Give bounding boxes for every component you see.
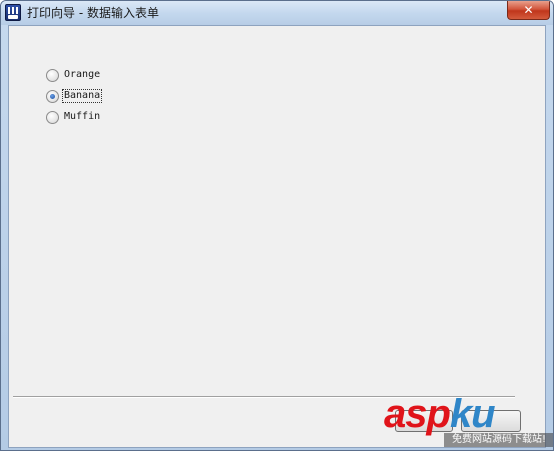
- window-title: 打印向导 - 数据输入表单: [27, 6, 159, 20]
- radio-option-banana[interactable]: Banana: [46, 88, 103, 104]
- client-area: Orange Banana Muffin: [8, 25, 546, 448]
- watermark-part1: asp: [384, 392, 451, 436]
- title-bar[interactable]: 打印向导 - 数据输入表单 ✕: [1, 1, 553, 25]
- radio-button[interactable]: [46, 110, 59, 124]
- print-wizard-icon: [5, 4, 21, 21]
- radio-button[interactable]: [46, 68, 59, 82]
- radio-button-selected[interactable]: [46, 89, 59, 103]
- watermark-text: aspku: [384, 392, 534, 436]
- app-icon-foot: [8, 15, 18, 19]
- watermark-subtitle: 免费网站源码下载站!: [444, 433, 553, 447]
- app-icon-bars: [8, 7, 18, 14]
- radio-label[interactable]: Orange: [63, 69, 101, 81]
- radio-label[interactable]: Muffin: [63, 111, 101, 123]
- radio-option-muffin[interactable]: Muffin: [46, 109, 101, 125]
- radio-label[interactable]: Banana: [61, 89, 103, 103]
- watermark-part2: ku: [449, 392, 496, 436]
- radio-option-orange[interactable]: Orange: [46, 67, 101, 83]
- close-button[interactable]: ✕: [507, 1, 550, 20]
- dialog-window: 打印向导 - 数据输入表单 ✕ Orange Banana Muffin asp…: [0, 0, 554, 451]
- watermark-logo: aspku 免费网站源码下载站!: [378, 389, 553, 450]
- close-icon: ✕: [523, 3, 534, 17]
